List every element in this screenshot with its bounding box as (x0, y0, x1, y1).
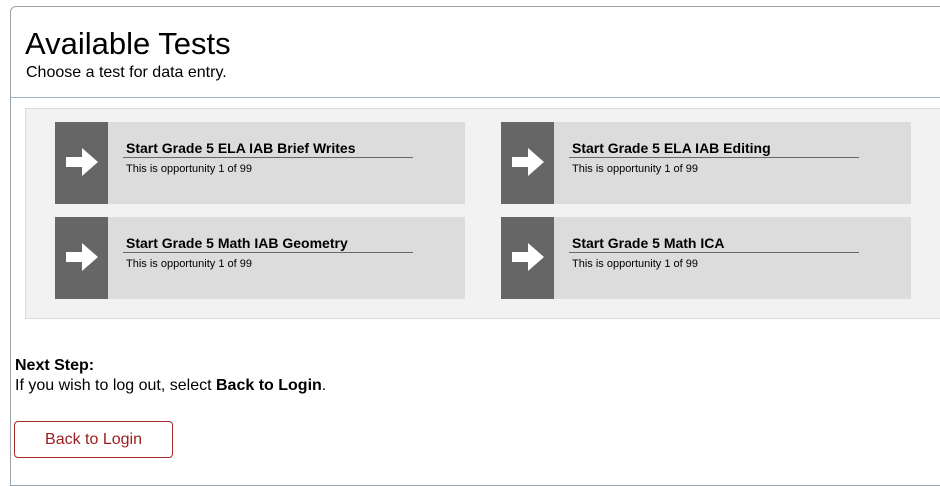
instruction-end: . (321, 377, 327, 394)
page-title: Available Tests (25, 26, 231, 61)
test-opportunity: This is opportunity 1 of 99 (572, 163, 698, 175)
test-card-ela-brief-writes[interactable]: Start Grade 5 ELA IAB Brief Writes This … (55, 122, 465, 204)
arrow-right-icon (66, 148, 98, 176)
test-title: Start Grade 5 Math IAB Geometry (126, 235, 348, 251)
title-underline (123, 157, 413, 158)
arrow-right-icon (512, 243, 544, 271)
test-card-math-ica[interactable]: Start Grade 5 Math ICA This is opportuni… (501, 217, 911, 299)
test-title: Start Grade 5 Math ICA (572, 235, 725, 251)
test-opportunity: This is opportunity 1 of 99 (572, 258, 698, 270)
next-step-instruction: If you wish to log out, select Back to L… (15, 376, 326, 396)
instruction-emphasis: Back to Login (216, 377, 322, 394)
page-subtitle: Choose a test for data entry. (26, 64, 227, 81)
test-opportunity: This is opportunity 1 of 99 (126, 163, 252, 175)
available-tests-panel: Available Tests Choose a test for data e… (10, 6, 940, 486)
test-title: Start Grade 5 ELA IAB Brief Writes (126, 140, 356, 156)
page-header: Available Tests Choose a test for data e… (11, 7, 940, 98)
back-to-login-button[interactable]: Back to Login (14, 421, 173, 458)
title-underline (569, 252, 859, 253)
title-underline (123, 252, 413, 253)
next-step-section: Next Step: If you wish to log out, selec… (15, 356, 326, 396)
instruction-text: If you wish to log out, select (15, 377, 216, 394)
next-step-heading: Next Step: (15, 357, 95, 374)
title-underline (569, 157, 859, 158)
test-title: Start Grade 5 ELA IAB Editing (572, 140, 771, 156)
test-card-math-geometry[interactable]: Start Grade 5 Math IAB Geometry This is … (55, 217, 465, 299)
test-card-ela-editing[interactable]: Start Grade 5 ELA IAB Editing This is op… (501, 122, 911, 204)
arrow-right-icon (512, 148, 544, 176)
arrow-right-icon (66, 243, 98, 271)
test-opportunity: This is opportunity 1 of 99 (126, 258, 252, 270)
tests-list: Start Grade 5 ELA IAB Brief Writes This … (25, 108, 940, 319)
